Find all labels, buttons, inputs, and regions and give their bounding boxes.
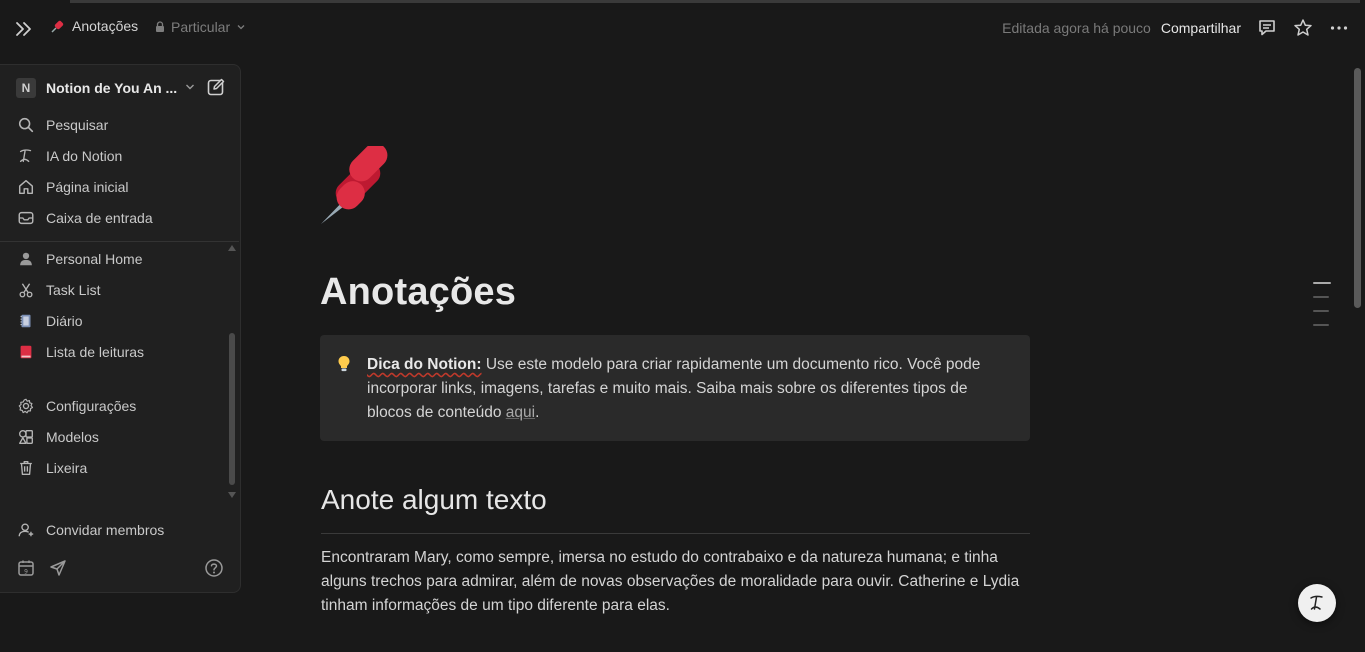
heading-divider (321, 533, 1030, 534)
pushpin-icon (51, 20, 64, 33)
gear-icon (16, 396, 36, 416)
notion-ai-button[interactable] (1298, 584, 1336, 622)
sidebar-item-notion-ai[interactable]: IA do Notion (16, 143, 221, 169)
templates-icon (16, 427, 36, 447)
home-icon (16, 177, 36, 197)
workspace-switcher[interactable]: N Notion de You An ... (16, 77, 226, 99)
sidebar-item-reading-list[interactable]: Lista de leituras (16, 339, 221, 365)
sidebar-item-label: Modelos (46, 429, 99, 445)
add-person-icon (16, 520, 36, 540)
new-page-icon[interactable] (206, 77, 226, 97)
notion-ai-icon (1310, 595, 1323, 610)
sidebar-item-label: Personal Home (46, 251, 143, 267)
comments-icon[interactable] (1257, 18, 1277, 38)
calendar-icon[interactable]: 9 (16, 558, 36, 578)
top-bar: Anotações Particular Editada agora há po… (0, 4, 1365, 50)
section-heading[interactable]: Anote algum texto (321, 484, 547, 516)
sidebar-item-label: Pesquisar (46, 117, 109, 133)
sidebar-scroll-up[interactable] (228, 245, 236, 251)
share-button[interactable]: Compartilhar (1161, 20, 1241, 36)
sidebar-item-trash[interactable]: Lixeira (16, 455, 221, 481)
chevron-down-icon (237, 25, 245, 30)
sidebar-item-label: Task List (46, 282, 101, 298)
trash-icon (16, 458, 36, 478)
privacy-label: Particular (171, 19, 231, 35)
sidebar-item-home[interactable]: Página inicial (16, 174, 221, 200)
sidebar-item-label: Caixa de entrada (46, 210, 153, 226)
sidebar-item-search[interactable]: Pesquisar (16, 112, 221, 138)
pushpin-icon[interactable] (318, 146, 400, 226)
sidebar-divider (0, 241, 239, 242)
page-title[interactable]: Anotações (320, 271, 516, 314)
callout-link[interactable]: aqui (506, 404, 535, 421)
sidebar-item-label: Página inicial (46, 179, 129, 195)
callout-block[interactable]: Dica do Notion: Use este modelo para cri… (320, 335, 1030, 441)
sidebar-item-task-list[interactable]: Task List (16, 277, 221, 303)
paragraph-block[interactable]: Encontraram Mary, como sempre, imersa no… (321, 546, 1031, 618)
lightbulb-icon (338, 356, 350, 372)
sidebar: N Notion de You An ... Pesquisar IA do N… (0, 64, 241, 593)
help-icon[interactable] (204, 558, 224, 578)
sidebar-item-settings[interactable]: Configurações (16, 393, 221, 419)
callout-text: Dica do Notion: Use este modelo para cri… (367, 353, 1007, 425)
callout-bold: Dica do Notion: (367, 356, 482, 373)
sidebar-item-inbox[interactable]: Caixa de entrada (16, 205, 221, 231)
sidebar-item-label: IA do Notion (46, 148, 123, 164)
callout-end: . (535, 404, 540, 421)
notebook-icon (16, 311, 36, 331)
sidebar-scrollbar[interactable] (229, 333, 235, 485)
send-icon[interactable] (48, 558, 68, 578)
workspace-logo: N (16, 78, 36, 98)
inbox-icon (16, 208, 36, 228)
lock-icon (156, 21, 164, 32)
sidebar-scroll-down[interactable] (228, 492, 236, 498)
invite-members-label: Convidar membros (46, 522, 165, 538)
svg-text:9: 9 (24, 569, 28, 576)
sidebar-item-templates[interactable]: Modelos (16, 424, 221, 450)
sidebar-item-label: Lista de leituras (46, 344, 145, 360)
breadcrumb[interactable]: Anotações (50, 18, 138, 34)
sidebar-item-diario[interactable]: Diário (16, 308, 221, 334)
person-icon (16, 249, 36, 269)
search-icon (16, 115, 36, 135)
more-options-icon[interactable] (1329, 18, 1349, 38)
expand-sidebar-icon[interactable] (14, 20, 34, 38)
page-scrollbar[interactable] (1354, 68, 1361, 308)
notion-ai-icon (16, 146, 36, 166)
table-of-contents-indicator[interactable] (1313, 282, 1331, 328)
workspace-name: Notion de You An ... (46, 80, 178, 96)
last-edited-status: Editada agora há pouco (1002, 20, 1151, 36)
red-book-icon (16, 342, 36, 362)
sidebar-item-label: Diário (46, 313, 83, 329)
privacy-dropdown[interactable]: Particular (154, 19, 247, 35)
favorite-star-icon[interactable] (1293, 18, 1313, 38)
chevron-down-icon (186, 84, 194, 90)
scissors-icon (16, 280, 36, 300)
invite-members-button[interactable]: Convidar membros (16, 517, 221, 543)
sidebar-item-label: Configurações (46, 398, 137, 414)
sidebar-item-label: Lixeira (46, 460, 88, 476)
sidebar-item-personal-home[interactable]: Personal Home (16, 246, 221, 272)
breadcrumb-page-title: Anotações (72, 18, 139, 34)
